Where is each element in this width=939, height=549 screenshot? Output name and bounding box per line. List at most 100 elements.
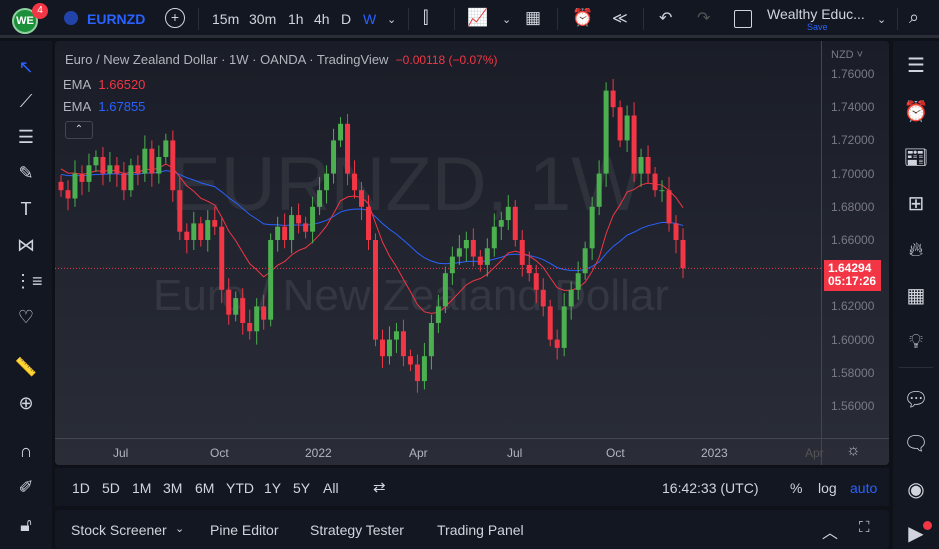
- heart-icon[interactable]: ♡: [14, 305, 38, 329]
- range-ytd[interactable]: YTD: [226, 480, 254, 496]
- log-toggle[interactable]: log: [818, 480, 837, 496]
- fib-icon[interactable]: ☰: [14, 125, 38, 149]
- price-tick: 1.70000: [831, 166, 875, 181]
- ideas-lightbulb-icon[interactable]: 💡︎: [903, 329, 929, 355]
- lock-drawing-icon[interactable]: ✐: [14, 475, 38, 499]
- interval-d[interactable]: D: [341, 11, 351, 27]
- divider: [899, 367, 933, 368]
- brush-icon[interactable]: ✎: [14, 161, 38, 185]
- candle-body: [345, 123, 351, 174]
- add-list-icon[interactable]: ⊞: [903, 191, 929, 217]
- ema-slow-legend[interactable]: EMA 1.67855: [63, 99, 145, 114]
- range-5y[interactable]: 5Y: [293, 480, 310, 496]
- clock[interactable]: 16:42:33 (UTC): [662, 480, 758, 496]
- interval-30m[interactable]: 30m: [249, 11, 276, 27]
- ruler-icon[interactable]: 📏: [14, 355, 38, 379]
- redo-icon[interactable]: ↷: [697, 8, 710, 28]
- lock-icon[interactable]: 🔓︎: [14, 513, 38, 537]
- interval-1h[interactable]: 1h: [288, 11, 304, 27]
- hotlist-fire-icon[interactable]: 🔥︎: [903, 237, 929, 263]
- candle-body: [505, 206, 511, 221]
- calendar-icon[interactable]: ▦: [903, 283, 929, 309]
- candle-body: [554, 339, 560, 348]
- interval-4h[interactable]: 4h: [314, 11, 330, 27]
- percent-toggle[interactable]: %: [790, 480, 802, 496]
- streams-icon[interactable]: ◉: [903, 477, 929, 503]
- price-tick: 1.62000: [831, 299, 875, 314]
- watchlist-icon[interactable]: ☰: [903, 53, 929, 79]
- add-symbol-icon[interactable]: +: [165, 8, 185, 28]
- chevron-down-icon[interactable]: ⌄: [502, 13, 511, 26]
- search-icon[interactable]: ⌕: [909, 7, 919, 28]
- news-icon[interactable]: 📰︎: [903, 145, 929, 171]
- templates-icon[interactable]: ▦: [525, 8, 541, 28]
- candle-body: [177, 190, 183, 232]
- ema-value: 1.67855: [98, 99, 146, 114]
- candle-body: [589, 206, 595, 249]
- range-5d[interactable]: 5D: [102, 480, 120, 496]
- ema-value: 1.66520: [98, 77, 146, 92]
- replay-icon[interactable]: ≪: [612, 9, 628, 27]
- chevron-down-icon[interactable]: ⌄: [175, 522, 184, 535]
- maximize-icon[interactable]: ⛶: [859, 519, 870, 536]
- zoom-icon[interactable]: ⊕: [14, 391, 38, 415]
- candle-body: [107, 165, 113, 174]
- prediction-icon[interactable]: ⋮≡: [14, 269, 43, 293]
- candle-body: [170, 140, 176, 191]
- range-3m[interactable]: 3M: [163, 480, 182, 496]
- chart-settings-icon[interactable]: ☼: [846, 442, 861, 460]
- currency-selector[interactable]: NZD ˅: [831, 49, 863, 61]
- candle-body: [261, 306, 267, 320]
- range-1m[interactable]: 1M: [132, 480, 151, 496]
- indicators-icon[interactable]: 📈: [467, 8, 488, 28]
- text-icon[interactable]: T: [14, 197, 38, 221]
- candles-icon[interactable]: ⫿: [423, 8, 428, 28]
- alert-icon[interactable]: ⏰: [572, 8, 593, 28]
- save-button[interactable]: Save: [807, 22, 828, 32]
- candle-body: [498, 220, 504, 227]
- fullscreen-box-icon[interactable]: [734, 10, 752, 28]
- expand-panel-icon[interactable]: ︿: [822, 519, 838, 543]
- time-tick: Jul: [113, 446, 129, 460]
- magnet-icon[interactable]: ∩: [14, 439, 38, 463]
- range-1d[interactable]: 1D: [72, 480, 90, 496]
- undo-icon[interactable]: ↶: [659, 8, 672, 28]
- tab-pine-editor[interactable]: Pine Editor: [210, 522, 278, 538]
- candle-body: [282, 226, 288, 240]
- interval-w[interactable]: W: [363, 11, 376, 27]
- interval-15m[interactable]: 15m: [212, 11, 239, 27]
- range-6m[interactable]: 6M: [195, 480, 214, 496]
- trend-line-icon[interactable]: ⟋: [14, 89, 38, 113]
- date-range-icon[interactable]: ⇄: [373, 478, 386, 496]
- alarm-icon[interactable]: ⏰: [903, 99, 929, 125]
- candle-body: [163, 140, 169, 157]
- messages-icon[interactable]: 🗨︎: [903, 431, 929, 457]
- pattern-icon[interactable]: ⋈: [14, 233, 38, 257]
- symbol-search-button[interactable]: EURNZD: [87, 11, 145, 27]
- currency-label: NZD: [831, 49, 854, 61]
- candle-body: [352, 173, 358, 191]
- candle-body: [65, 190, 71, 199]
- time-tick: Apr: [805, 446, 824, 460]
- candle-body: [491, 226, 497, 249]
- auto-toggle[interactable]: auto: [850, 480, 877, 496]
- cursor-icon[interactable]: ↖: [14, 55, 38, 79]
- layout-name[interactable]: Wealthy Educ...: [767, 6, 865, 22]
- candle-body: [372, 240, 378, 340]
- chevron-down-icon[interactable]: ⌄: [877, 13, 886, 26]
- chart-pane[interactable]: EURNZD, 1W Euro / New Zealand Dollar Eur…: [55, 41, 889, 465]
- chevron-down-icon[interactable]: ⌄: [387, 13, 396, 26]
- range-all[interactable]: All: [323, 480, 339, 496]
- tab-stock-screener[interactable]: Stock Screener: [71, 522, 167, 538]
- collapse-legend-button[interactable]: ⌃: [65, 121, 93, 139]
- candle-body: [247, 323, 253, 332]
- range-1y[interactable]: 1Y: [264, 480, 281, 496]
- candle-body: [289, 215, 295, 240]
- bar-countdown: 05:17:26: [828, 274, 877, 288]
- chats-icon[interactable]: 💬︎: [903, 387, 929, 413]
- candle-body: [240, 298, 246, 323]
- tab-trading-panel[interactable]: Trading Panel: [437, 522, 524, 538]
- ema-fast-legend[interactable]: EMA 1.66520: [63, 77, 145, 92]
- candle-body: [219, 226, 225, 290]
- tab-strategy-tester[interactable]: Strategy Tester: [310, 522, 404, 538]
